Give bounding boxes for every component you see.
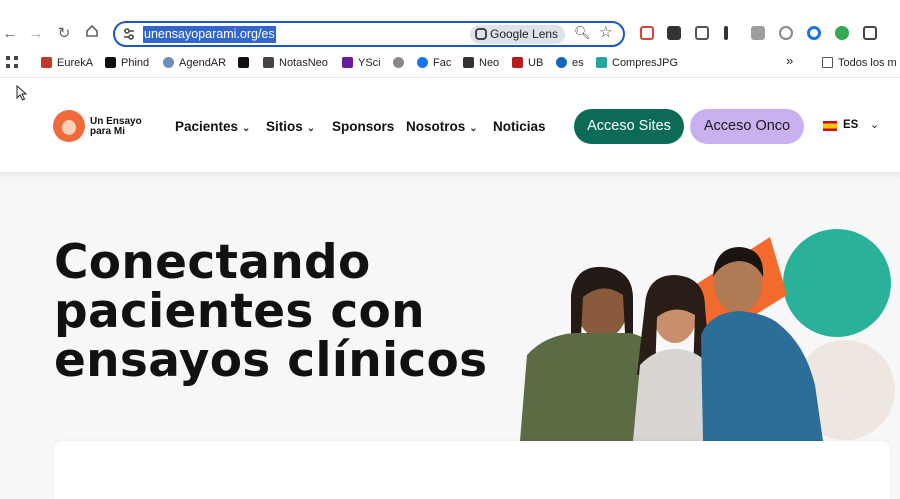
google-favicon-icon [393, 57, 404, 68]
chevron-down-icon: ⌄ [306, 123, 316, 134]
bookmark-label: CompresJPG [612, 57, 679, 69]
site-logo-icon[interactable] [53, 110, 85, 142]
address-bar[interactable]: unensayoparami.org/es Google Lens 🔍︎ ☆ [113, 21, 625, 47]
reload-icon[interactable]: ↻ [54, 24, 74, 44]
extension-icon[interactable] [807, 26, 821, 40]
bookmark-label: Phind [121, 57, 150, 69]
nav-label: Pacientes [175, 119, 239, 134]
hero-image [520, 229, 895, 441]
extension-icon[interactable] [779, 26, 793, 40]
bookmark-label: YSci [358, 57, 381, 69]
bookmark-label: Neo [479, 57, 500, 69]
bookmark-item[interactable]: Phind [105, 56, 149, 72]
browser-toolbar: ← → ↻ unensayoparami.org/es Google Lens … [0, 0, 900, 50]
bookmark-item[interactable]: YSci [342, 56, 381, 72]
chevron-down-icon: ⌄ [870, 119, 880, 131]
forward-icon[interactable]: → [26, 24, 46, 44]
bookmark-favicon-icon [596, 57, 607, 68]
extension-icon[interactable] [835, 26, 849, 40]
nav-label: Sponsors [332, 119, 395, 134]
star-icon[interactable]: ☆ [599, 23, 612, 41]
bookmark-favicon-icon [556, 57, 567, 68]
bookmark-item[interactable] [393, 56, 409, 72]
lens-label: Google Lens [490, 27, 559, 41]
chevron-down-icon: ⌄ [469, 123, 478, 134]
bookmark-label: AgendAR [179, 57, 227, 69]
extension-icon[interactable] [751, 26, 765, 40]
nav-pacientes[interactable]: Pacientes ⌄ [175, 119, 250, 134]
language-selector[interactable]: ES ⌄ [816, 111, 886, 141]
mouse-cursor-icon [16, 85, 28, 101]
bookmark-favicon-icon [105, 57, 116, 68]
folder-icon [822, 57, 833, 68]
bookmark-item[interactable]: Neo [463, 56, 499, 72]
logo-face [62, 120, 76, 135]
facebook-favicon-icon [417, 57, 428, 68]
bookmark-item[interactable]: UB [512, 56, 543, 72]
spain-flag-icon [823, 121, 837, 131]
bookmarks-overflow-button[interactable]: » [786, 54, 793, 70]
bookmark-favicon-icon [463, 57, 474, 68]
nav-sponsors[interactable]: Sponsors [332, 119, 394, 134]
all-bookmarks-label: Todos los m [838, 57, 897, 69]
bookmark-label: UB [528, 57, 544, 69]
hero-content-card [54, 441, 890, 499]
bookmark-item[interactable]: Fac [417, 56, 451, 72]
bookmark-item[interactable]: CompresJPG [596, 56, 678, 72]
nav-nosotros[interactable]: Nosotros ⌄ [406, 119, 478, 134]
home-icon[interactable] [82, 24, 102, 44]
bookmark-label: NotasNeo [279, 57, 328, 69]
bookmark-label: EurekA [57, 57, 94, 69]
person-right-body [701, 311, 823, 441]
chevron-down-icon: ⌄ [242, 123, 251, 134]
lens-icon [475, 28, 487, 40]
search-icon[interactable]: 🔍︎ [574, 25, 591, 41]
extensions-puzzle-icon[interactable] [863, 26, 877, 40]
extension-icon[interactable] [724, 26, 728, 40]
nav-noticias[interactable]: Noticias [493, 119, 546, 134]
bookmark-favicon-icon [41, 57, 52, 68]
apps-grid-icon[interactable] [6, 56, 18, 72]
gmail-extension-icon[interactable] [640, 26, 654, 40]
nav-label: Sitios [266, 119, 303, 134]
extension-icon[interactable] [695, 26, 709, 40]
acceso-onco-button[interactable]: Acceso Onco [690, 109, 804, 144]
extension-icon[interactable] [667, 26, 681, 40]
language-label: ES [843, 119, 859, 131]
google-lens-button[interactable]: Google Lens [470, 25, 565, 44]
decorative-teal-circle [783, 229, 891, 337]
bookmark-item[interactable]: AgendAR [163, 56, 226, 72]
bookmark-favicon-icon [342, 57, 353, 68]
site-settings-icon[interactable] [121, 26, 137, 42]
bookmark-item[interactable] [238, 56, 254, 72]
hero-title: Conectando pacientes con ensayos clínico… [54, 235, 488, 388]
bookmark-item[interactable]: es [556, 56, 584, 72]
acceso-sites-button[interactable]: Acceso Sites [574, 109, 684, 144]
bookmark-favicon-icon [263, 57, 274, 68]
nav-label: Noticias [493, 119, 546, 134]
bookmark-item[interactable]: EurekA [41, 56, 93, 72]
nav-sitios[interactable]: Sitios ⌄ [266, 119, 315, 134]
all-bookmarks-folder[interactable]: Todos los m [822, 56, 897, 72]
bookmark-label: Fac [433, 57, 452, 69]
url-text[interactable]: unensayoparami.org/es [143, 26, 276, 43]
header-shadow [0, 172, 900, 180]
x-favicon-icon [238, 57, 249, 68]
bookmark-favicon-icon [512, 57, 523, 68]
back-icon[interactable]: ← [0, 24, 20, 44]
nav-label: Nosotros [406, 119, 466, 134]
bookmark-label: es [572, 57, 584, 69]
bookmark-item[interactable]: NotasNeo [263, 56, 328, 72]
site-logo-text[interactable]: Un Ensayo para Mi [90, 117, 150, 137]
bookmark-favicon-icon [163, 57, 174, 68]
bookmarks-bar: EurekA Phind AgendAR NotasNeo YSci Fac N… [0, 50, 900, 76]
